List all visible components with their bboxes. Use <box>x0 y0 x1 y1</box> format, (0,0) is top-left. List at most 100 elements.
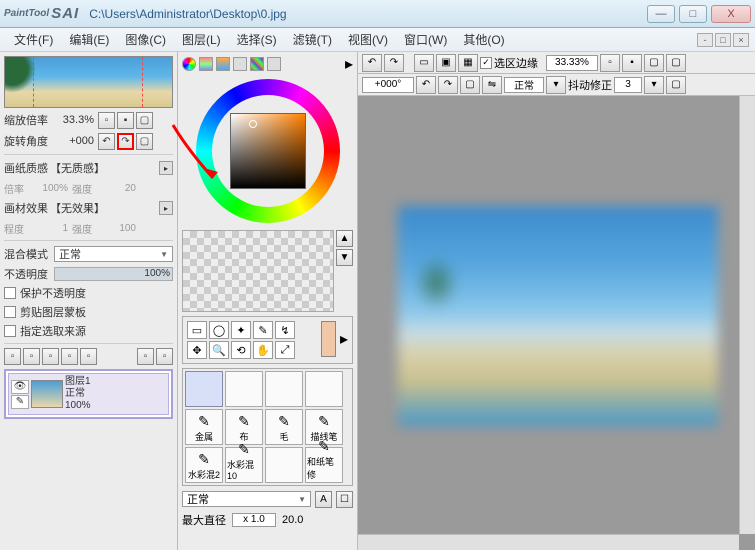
zoom-reset-button[interactable]: ▢ <box>136 112 153 129</box>
redo-button[interactable]: ↷ <box>384 54 404 72</box>
menu-file[interactable]: 文件(F) <box>6 29 61 50</box>
tool-panel-arrow[interactable]: ▸ <box>340 321 348 357</box>
delete-layer-button[interactable]: ▫ <box>80 348 97 365</box>
select-src-checkbox[interactable] <box>4 325 16 337</box>
sel-edge-checkbox[interactable]: ✓ <box>480 57 492 69</box>
swatch-down-button[interactable]: ▼ <box>336 249 353 266</box>
clip-mask-checkbox[interactable] <box>4 306 16 318</box>
copy-layer-button[interactable]: ▫ <box>61 348 78 365</box>
brush-option-a-button[interactable]: A <box>315 491 332 508</box>
color-panel-arrow[interactable]: ▸ <box>345 54 353 74</box>
canvas-mode-field[interactable]: 正常 <box>504 77 544 93</box>
keep-opacity-checkbox[interactable] <box>4 287 16 299</box>
maximize-button[interactable]: □ <box>679 5 707 23</box>
brush-preset[interactable]: ✎毛 <box>265 409 303 445</box>
menu-select[interactable]: 选择(S) <box>229 29 285 50</box>
brush-preset[interactable] <box>305 371 343 407</box>
brush-preset[interactable]: ✎和纸笔修 <box>305 447 343 483</box>
child-minimize-button[interactable]: - <box>697 33 713 47</box>
angle-field[interactable]: +000° <box>362 77 414 93</box>
navigator-thumbnail[interactable] <box>4 56 173 108</box>
pen-tool[interactable]: ✎ <box>253 321 273 339</box>
show-sel-button[interactable]: ▦ <box>458 54 478 72</box>
brush-option-b-button[interactable]: ☐ <box>336 491 353 508</box>
close-button[interactable]: X <box>711 5 751 23</box>
swatch-up-button[interactable]: ▲ <box>336 230 353 247</box>
merge-down-button[interactable]: ▫ <box>137 348 154 365</box>
material-fx-arrow[interactable]: ▸ <box>159 201 173 215</box>
stabilizer-arrow[interactable]: ▾ <box>644 76 664 94</box>
scratchpad-button[interactable] <box>267 57 281 71</box>
brush-preset[interactable]: ✎水彩混2 <box>185 447 223 483</box>
rotate-reset-canvas-button[interactable]: ▢ <box>460 76 480 94</box>
rotate-tool[interactable]: ⟲ <box>231 341 251 359</box>
zoom-dec-button[interactable]: ▫ <box>600 54 620 72</box>
flip-h-button[interactable]: ⇋ <box>482 76 502 94</box>
canvas-mode-arrow[interactable]: ▾ <box>546 76 566 94</box>
swatches-button[interactable] <box>250 57 264 71</box>
zoom-in-button[interactable]: ▪ <box>117 112 134 129</box>
child-close-button[interactable]: × <box>733 33 749 47</box>
layer-edit-icon[interactable]: ✎ <box>11 395 29 409</box>
rect-select-tool[interactable]: ▭ <box>187 321 207 339</box>
swatch-grid[interactable] <box>182 230 334 312</box>
blend-mode-select[interactable]: 正常▼ <box>54 246 173 262</box>
menu-view[interactable]: 视图(V) <box>340 29 396 50</box>
menu-edit[interactable]: 编辑(E) <box>61 29 117 50</box>
brush-preset[interactable]: ✎布 <box>225 409 263 445</box>
brush-preset[interactable] <box>265 371 303 407</box>
brush-preset[interactable]: ✎水彩混10 <box>225 447 263 483</box>
rotate-cw-canvas-button[interactable]: ↷ <box>438 76 458 94</box>
eyedropper-tool[interactable]: ⤢ <box>275 341 295 359</box>
rotate-reset-button[interactable]: ▢ <box>136 133 153 150</box>
rotate-ccw-canvas-button[interactable]: ↶ <box>416 76 436 94</box>
child-restore-button[interactable]: □ <box>715 33 731 47</box>
hand-tool[interactable]: ✋ <box>253 341 273 359</box>
zoom-fit-button[interactable]: ▢ <box>644 54 664 72</box>
horizontal-scrollbar[interactable] <box>358 534 739 550</box>
new-layer-button[interactable]: ▫ <box>4 348 21 365</box>
clear-layer-button[interactable]: ▫ <box>156 348 173 365</box>
rgb-slider-button[interactable] <box>199 57 213 71</box>
menu-filter[interactable]: 滤镜(T) <box>285 29 340 50</box>
mixer-button[interactable] <box>233 57 247 71</box>
layer-visibility-icon[interactable]: 👁 <box>11 380 29 394</box>
layer-item[interactable]: 👁 ✎ 图层1 正常 100% <box>8 373 169 415</box>
diameter-mult[interactable]: x 1.0 <box>232 513 276 527</box>
foreground-color[interactable] <box>321 321 336 357</box>
extra-toggle-button[interactable]: ▢ <box>666 76 686 94</box>
stabilizer-field[interactable]: 3 <box>614 77 642 93</box>
new-linework-button[interactable]: ▫ <box>23 348 40 365</box>
vertical-scrollbar[interactable] <box>739 96 755 534</box>
canvas-viewport[interactable] <box>358 96 755 550</box>
menu-layer[interactable]: 图层(L) <box>174 29 229 50</box>
menu-image[interactable]: 图像(C) <box>117 29 174 50</box>
zoom-actual-button[interactable]: ▢ <box>666 54 686 72</box>
magic-wand-tool[interactable]: ✦ <box>231 321 251 339</box>
brush-preset[interactable] <box>185 371 223 407</box>
zoom-field[interactable]: 33.33% <box>546 55 598 71</box>
rotate-cw-button[interactable]: ↷ <box>117 133 134 150</box>
color-wheel-mode-button[interactable] <box>182 57 196 71</box>
paper-sense-arrow[interactable]: ▸ <box>159 161 173 175</box>
path-tool[interactable]: ↯ <box>275 321 295 339</box>
minimize-button[interactable]: — <box>647 5 675 23</box>
opacity-slider[interactable]: 100% <box>54 267 173 281</box>
color-square[interactable] <box>230 113 306 189</box>
undo-button[interactable]: ↶ <box>362 54 382 72</box>
menu-window[interactable]: 窗口(W) <box>396 29 455 50</box>
deselect-button[interactable]: ▭ <box>414 54 434 72</box>
menu-other[interactable]: 其他(O) <box>455 29 512 50</box>
move-tool[interactable]: ✥ <box>187 341 207 359</box>
hsv-slider-button[interactable] <box>216 57 230 71</box>
brush-preset[interactable]: ✎金属 <box>185 409 223 445</box>
zoom-out-button[interactable]: ▫ <box>98 112 115 129</box>
brush-preset[interactable] <box>225 371 263 407</box>
new-group-button[interactable]: ▫ <box>42 348 59 365</box>
zoom-tool[interactable]: 🔍 <box>209 341 229 359</box>
rotate-ccw-button[interactable]: ↶ <box>98 133 115 150</box>
zoom-inc-button[interactable]: ▪ <box>622 54 642 72</box>
lasso-tool[interactable]: ◯ <box>209 321 229 339</box>
invert-sel-button[interactable]: ▣ <box>436 54 456 72</box>
brush-blend-select[interactable]: 正常▼ <box>182 491 311 507</box>
